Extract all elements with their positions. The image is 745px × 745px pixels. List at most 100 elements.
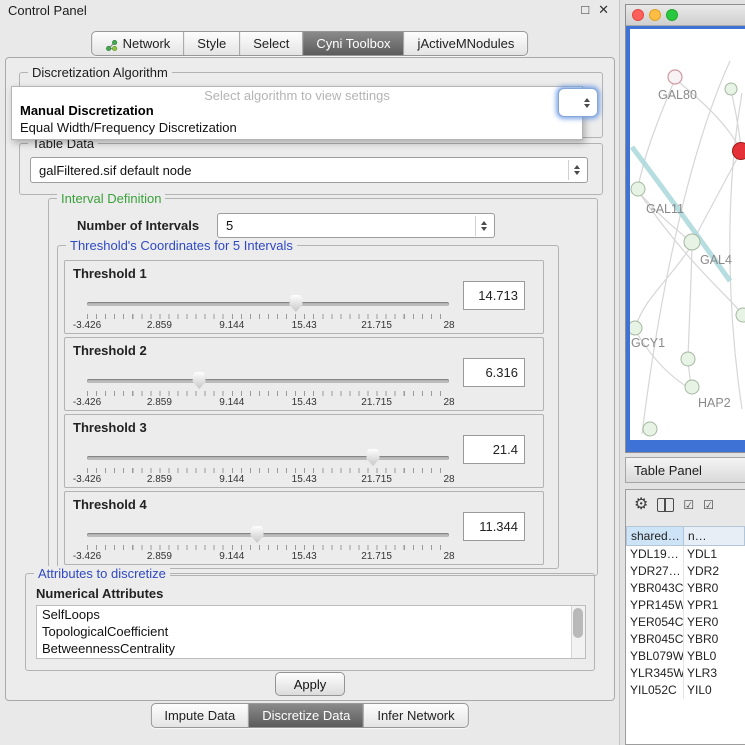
table-data-combobox[interactable]: galFiltered.sif default node xyxy=(30,157,588,183)
close-window-icon[interactable]: ✕ xyxy=(598,2,609,18)
algorithm-combobox-fragment[interactable] xyxy=(558,88,598,117)
mac-minimize-button[interactable] xyxy=(649,9,661,21)
tab-impute-data[interactable]: Impute Data xyxy=(151,704,249,727)
cell: YLR345W xyxy=(626,665,684,682)
scale-label: 15.43 xyxy=(292,551,317,562)
threshold-4-slider[interactable] xyxy=(87,526,449,542)
scrollbar-thumb[interactable] xyxy=(573,608,583,638)
slider-thumb[interactable] xyxy=(289,295,302,312)
table-row[interactable]: YDL19… YDL1 xyxy=(626,546,745,563)
tab-cyni-toolbox[interactable]: Cyni Toolbox xyxy=(303,32,404,55)
node-gal4[interactable] xyxy=(684,234,700,250)
threshold-2-slider[interactable] xyxy=(87,372,449,388)
node-gcy1[interactable] xyxy=(630,321,642,335)
table-row[interactable]: YDR27… YDR2 xyxy=(626,563,745,580)
table-row[interactable]: YBR043C YBR0 xyxy=(626,580,745,597)
tab-select[interactable]: Select xyxy=(240,32,303,55)
tab-discretize-data[interactable]: Discretize Data xyxy=(249,704,364,727)
scale-label: 2.859 xyxy=(147,320,172,331)
scale-label: 28 xyxy=(443,397,454,408)
network-window-titlebar[interactable] xyxy=(626,5,745,26)
scale-label: 21.715 xyxy=(361,474,392,485)
scale-label: 2.859 xyxy=(147,551,172,562)
slider-track[interactable] xyxy=(87,456,449,460)
slider-scale: -3.426 2.859 9.144 15.43 21.715 28 xyxy=(87,397,449,408)
table-panel-title: Table Panel xyxy=(634,463,702,478)
list-scrollbar[interactable] xyxy=(571,606,585,658)
scale-label: 15.43 xyxy=(292,474,317,485)
attributes-to-discretize-group: Attributes to discretize Numerical Attri… xyxy=(25,573,595,671)
slider-thumb[interactable] xyxy=(366,449,379,466)
numerical-attributes-list[interactable]: SelfLoops TopologicalCoefficient Between… xyxy=(36,605,586,659)
cell: YLR3 xyxy=(684,665,745,682)
mac-zoom-button[interactable] xyxy=(666,9,678,21)
dropdown-item-manual-discretization[interactable]: Manual Discretization xyxy=(20,103,154,118)
apply-button[interactable]: Apply xyxy=(275,672,345,696)
float-window-icon[interactable]: □ xyxy=(581,2,589,18)
node-label-gal80: GAL80 xyxy=(658,88,697,102)
table-row[interactable]: YER054C YER0 xyxy=(626,614,745,631)
scale-label: 15.43 xyxy=(292,397,317,408)
node-gal80[interactable] xyxy=(668,70,682,84)
table-panel-header[interactable]: Table Panel xyxy=(625,457,745,483)
table-row[interactable]: YLR345W YLR3 xyxy=(626,665,745,682)
cell: YIL052C xyxy=(626,682,684,699)
threshold-3-slider[interactable] xyxy=(87,449,449,465)
checkbox-icon[interactable]: ☑ xyxy=(683,499,694,511)
node-hap2[interactable] xyxy=(685,380,699,394)
gear-icon[interactable]: ⚙ xyxy=(634,497,648,513)
threshold-3-value-field[interactable]: 21.4 xyxy=(463,435,525,464)
node-selected-red[interactable] xyxy=(733,143,745,160)
checkbox-icon[interactable]: ☑ xyxy=(703,499,714,511)
scale-label: -3.426 xyxy=(73,474,101,485)
tab-style[interactable]: Style xyxy=(184,32,240,55)
scale-label: 9.144 xyxy=(219,397,244,408)
cell: YBR043C xyxy=(626,580,684,597)
mac-close-button[interactable] xyxy=(632,9,644,21)
threshold-2-value-field[interactable]: 6.316 xyxy=(463,358,525,387)
dropdown-item-equal-width-frequency[interactable]: Equal Width/Frequency Discretization xyxy=(20,120,237,135)
column-header-name[interactable]: n… xyxy=(684,526,745,546)
table-data-selected: galFiltered.sif default node xyxy=(39,163,191,178)
list-item[interactable]: SelfLoops xyxy=(37,606,585,623)
cyni-toolbox-panel: Discretization Algorithm Select algorith… xyxy=(5,57,615,701)
table-data-group: Table Data galFiltered.sif default node xyxy=(19,143,603,195)
control-panel-titlebar[interactable]: Control Panel □ ✕ xyxy=(0,0,619,22)
slider-track[interactable] xyxy=(87,379,449,383)
table-row[interactable]: YPR145W YPR1 xyxy=(626,597,745,614)
cell: YER054C xyxy=(626,614,684,631)
slider-track[interactable] xyxy=(87,533,449,537)
table-row[interactable]: YBR045C YBR0 xyxy=(626,631,745,648)
tab-infer-network[interactable]: Infer Network xyxy=(364,704,467,727)
node[interactable] xyxy=(725,83,737,95)
threshold-1-slider[interactable] xyxy=(87,295,449,311)
scale-label: -3.426 xyxy=(73,397,101,408)
cell: YDR2 xyxy=(684,563,745,580)
cell: YDL1 xyxy=(684,546,745,563)
columns-icon[interactable] xyxy=(657,498,674,512)
slider-track[interactable] xyxy=(87,302,449,306)
scale-label: 9.144 xyxy=(219,320,244,331)
slider-thumb[interactable] xyxy=(193,372,206,389)
node-label-gal11: GAL11 xyxy=(646,202,684,216)
thresholds-group: Threshold's Coordinates for 5 Intervals … xyxy=(57,245,559,569)
column-header-shared-name[interactable]: shared… xyxy=(626,526,684,546)
list-item[interactable]: BetweennessCentrality xyxy=(37,640,585,657)
node[interactable] xyxy=(736,308,745,322)
node[interactable] xyxy=(643,422,657,436)
node[interactable] xyxy=(681,352,695,366)
threshold-4-value-field[interactable]: 11.344 xyxy=(463,512,525,541)
threshold-1-value-field[interactable]: 14.713 xyxy=(463,281,525,310)
number-of-intervals-combobox[interactable]: 5 xyxy=(217,213,495,238)
tab-jactivemnodules[interactable]: jActiveMNodules xyxy=(405,32,528,55)
cell: YDL19… xyxy=(626,546,684,563)
slider-thumb[interactable] xyxy=(251,526,264,543)
slider-scale: -3.426 2.859 9.144 15.43 21.715 28 xyxy=(87,474,449,485)
table-row[interactable]: YBL079W YBL0 xyxy=(626,648,745,665)
node-gal11[interactable] xyxy=(631,182,645,196)
tab-network[interactable]: Network xyxy=(92,32,185,55)
table-row[interactable]: YIL052C YIL0 xyxy=(626,682,745,699)
network-canvas[interactable]: GAL80 GAL11 GAL4 GCY1 HAP2 xyxy=(630,29,745,440)
threshold-2-panel: Threshold 2 -3.426 2.859 9.144 15.43 21.… xyxy=(64,337,544,411)
list-item[interactable]: TopologicalCoefficient xyxy=(37,623,585,640)
